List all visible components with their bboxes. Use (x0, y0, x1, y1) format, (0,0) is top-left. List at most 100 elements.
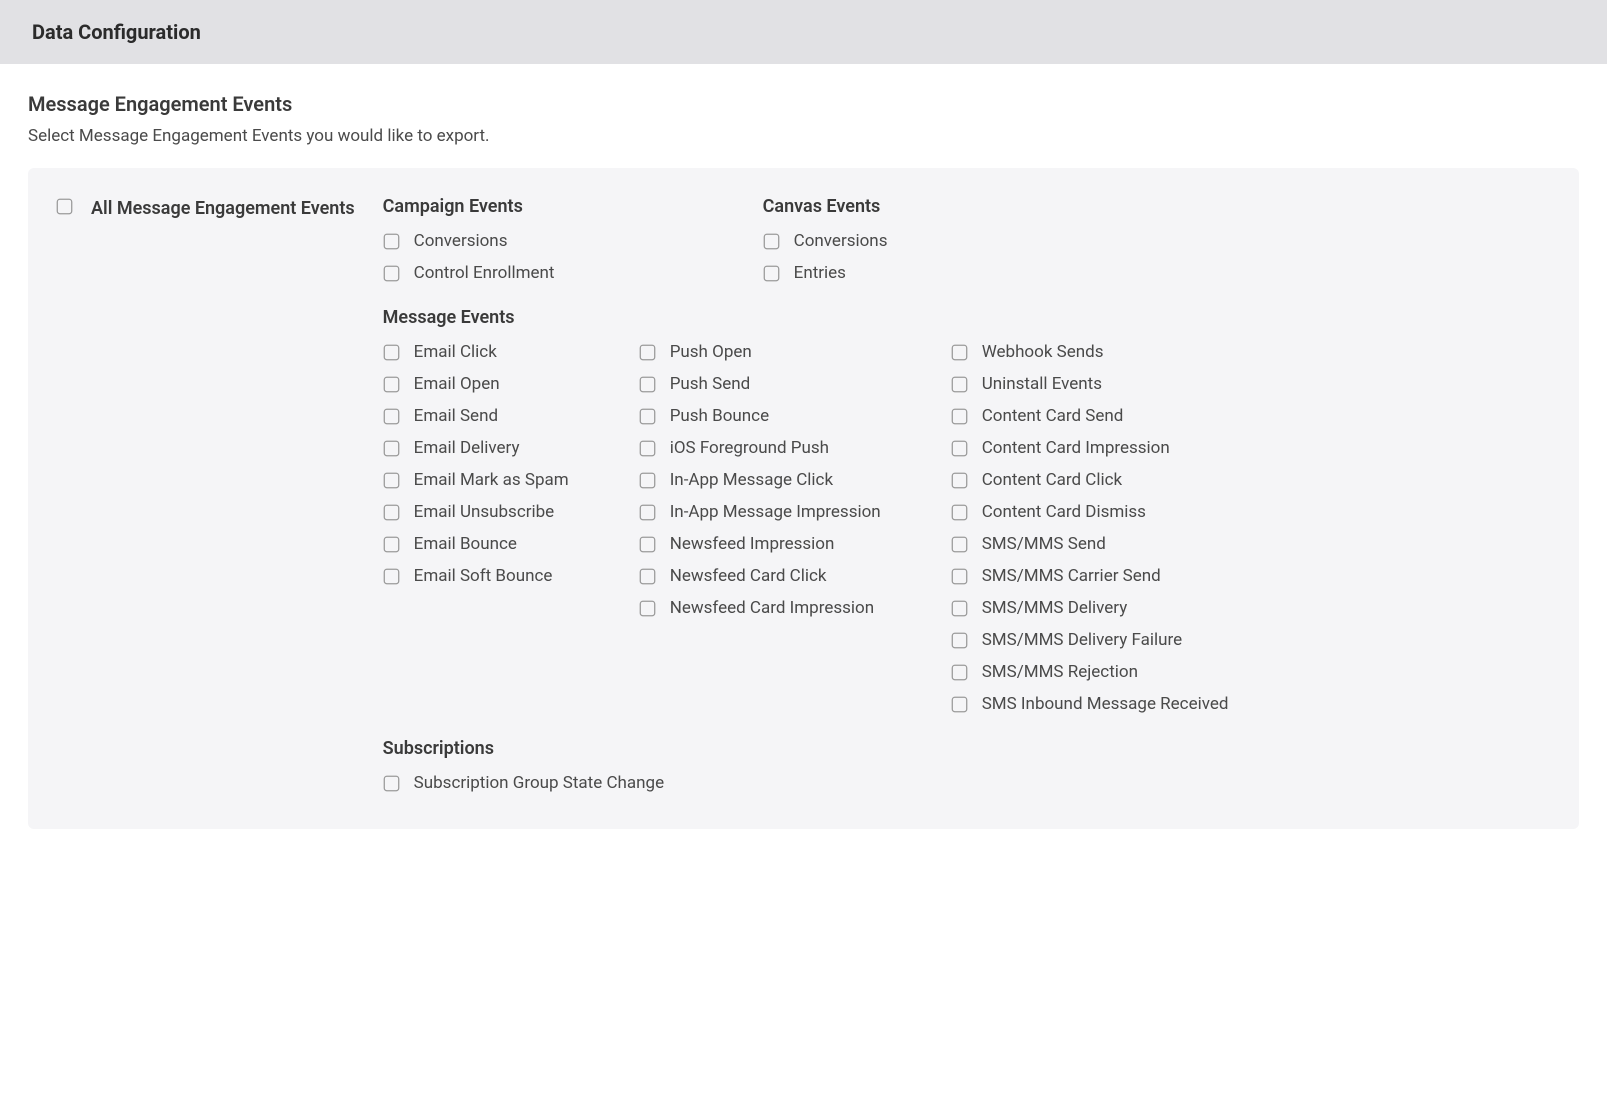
checkbox-label: SMS/MMS Delivery (982, 598, 1128, 618)
group-campaign: Campaign Events Conversions Control Enro… (383, 196, 673, 283)
checkbox-label: Email Delivery (414, 438, 520, 458)
list-item: Email Unsubscribe (383, 502, 569, 522)
checkbox-uninstall-events[interactable] (951, 376, 968, 393)
group-title-subscriptions: Subscriptions (383, 738, 1551, 759)
content: Message Engagement Events Select Message… (0, 64, 1607, 869)
list-item: Entries (763, 263, 888, 283)
checkbox-sms-delivery[interactable] (951, 600, 968, 617)
group-subscriptions: Subscriptions Subscription Group State C… (383, 738, 1551, 793)
list-item: Email Send (383, 406, 569, 426)
list-item: Push Open (639, 342, 881, 362)
checkbox-email-send[interactable] (383, 408, 400, 425)
checkbox-label: Newsfeed Card Click (670, 566, 827, 586)
group-row-top: Campaign Events Conversions Control Enro… (383, 196, 1551, 283)
checkbox-subscription-group-state-change[interactable] (383, 775, 400, 792)
checkbox-label: Subscription Group State Change (414, 773, 664, 793)
checkbox-all-events[interactable] (56, 198, 73, 215)
checkbox-label: SMS/MMS Delivery Failure (982, 630, 1182, 650)
checkbox-push-bounce[interactable] (639, 408, 656, 425)
checkbox-webhook-sends[interactable] (951, 344, 968, 361)
checkbox-label: SMS Inbound Message Received (982, 694, 1229, 714)
checkbox-inapp-impression[interactable] (639, 504, 656, 521)
checkbox-label: Content Card Send (982, 406, 1124, 426)
checkbox-label: Email Mark as Spam (414, 470, 569, 490)
checkbox-content-card-impression[interactable] (951, 440, 968, 457)
checkbox-label: Newsfeed Card Impression (670, 598, 874, 618)
group-title-message: Message Events (383, 307, 1551, 328)
checkbox-push-send[interactable] (639, 376, 656, 393)
list-item: Content Card Dismiss (951, 502, 1229, 522)
group-title-campaign: Campaign Events (383, 196, 673, 217)
checkbox-sms-send[interactable] (951, 536, 968, 553)
checkbox-email-unsubscribe[interactable] (383, 504, 400, 521)
list-item: Subscription Group State Change (383, 773, 1551, 793)
list-item: Email Bounce (383, 534, 569, 554)
list-item: SMS/MMS Send (951, 534, 1229, 554)
checkbox-content-card-send[interactable] (951, 408, 968, 425)
master-checkbox-label: All Message Engagement Events (91, 198, 355, 219)
canvas-checklist: Conversions Entries (763, 231, 888, 283)
section-description: Select Message Engagement Events you wou… (28, 126, 1579, 146)
list-item: Control Enrollment (383, 263, 673, 283)
message-col-3: Webhook Sends Uninstall Events Content C… (951, 342, 1229, 714)
checkbox-label: Content Card Click (982, 470, 1122, 490)
checkbox-sms-delivery-failure[interactable] (951, 632, 968, 649)
checkbox-canvas-entries[interactable] (763, 265, 780, 282)
list-item: Newsfeed Card Click (639, 566, 881, 586)
checkbox-email-open[interactable] (383, 376, 400, 393)
checkbox-push-open[interactable] (639, 344, 656, 361)
checkbox-inapp-click[interactable] (639, 472, 656, 489)
checkbox-label: Webhook Sends (982, 342, 1104, 362)
checkbox-label: SMS/MMS Carrier Send (982, 566, 1161, 586)
list-item: In-App Message Impression (639, 502, 881, 522)
group-canvas: Canvas Events Conversions Entries (763, 196, 888, 283)
checkbox-label: Control Enrollment (414, 263, 555, 283)
checkbox-newsfeed-card-click[interactable] (639, 568, 656, 585)
list-item: Email Open (383, 374, 569, 394)
checkbox-content-card-click[interactable] (951, 472, 968, 489)
checkbox-label: Content Card Dismiss (982, 502, 1146, 522)
list-item: SMS Inbound Message Received (951, 694, 1229, 714)
list-item: iOS Foreground Push (639, 438, 881, 458)
checkbox-content-card-dismiss[interactable] (951, 504, 968, 521)
checkbox-label: Content Card Impression (982, 438, 1170, 458)
checkbox-label: Email Unsubscribe (414, 502, 555, 522)
checkbox-campaign-conversions[interactable] (383, 233, 400, 250)
list-item: Content Card Click (951, 470, 1229, 490)
checkbox-campaign-control-enrollment[interactable] (383, 265, 400, 282)
checkbox-label: Entries (794, 263, 846, 283)
list-item: Uninstall Events (951, 374, 1229, 394)
checkbox-label: Email Open (414, 374, 500, 394)
checkbox-label: Email Soft Bounce (414, 566, 553, 586)
checkbox-sms-rejection[interactable] (951, 664, 968, 681)
checkbox-label: iOS Foreground Push (670, 438, 829, 458)
checkbox-label: In-App Message Impression (670, 502, 881, 522)
header-bar: Data Configuration (0, 0, 1607, 64)
list-item: Email Soft Bounce (383, 566, 569, 586)
checkbox-ios-foreground-push[interactable] (639, 440, 656, 457)
checkbox-sms-inbound-received[interactable] (951, 696, 968, 713)
checkbox-label: Email Send (414, 406, 498, 426)
list-item: Push Send (639, 374, 881, 394)
checkbox-label: SMS/MMS Send (982, 534, 1106, 554)
checkbox-label: Newsfeed Impression (670, 534, 835, 554)
checkbox-canvas-conversions[interactable] (763, 233, 780, 250)
list-item: Email Click (383, 342, 569, 362)
checkbox-email-soft-bounce[interactable] (383, 568, 400, 585)
list-item: Push Bounce (639, 406, 881, 426)
checkbox-email-spam[interactable] (383, 472, 400, 489)
master-checkbox-row: All Message Engagement Events (56, 196, 355, 219)
list-item: Email Delivery (383, 438, 569, 458)
checkbox-email-click[interactable] (383, 344, 400, 361)
group-message: Message Events Email Click Email Open Em… (383, 307, 1551, 714)
checkbox-sms-carrier-send[interactable] (951, 568, 968, 585)
list-item: SMS/MMS Delivery Failure (951, 630, 1229, 650)
checkbox-newsfeed-card-impression[interactable] (639, 600, 656, 617)
section-title: Message Engagement Events (28, 92, 1579, 116)
list-item: SMS/MMS Delivery (951, 598, 1229, 618)
checkbox-email-bounce[interactable] (383, 536, 400, 553)
page-title: Data Configuration (32, 20, 1575, 44)
checkbox-newsfeed-impression[interactable] (639, 536, 656, 553)
checkbox-label: Conversions (414, 231, 508, 251)
checkbox-email-delivery[interactable] (383, 440, 400, 457)
